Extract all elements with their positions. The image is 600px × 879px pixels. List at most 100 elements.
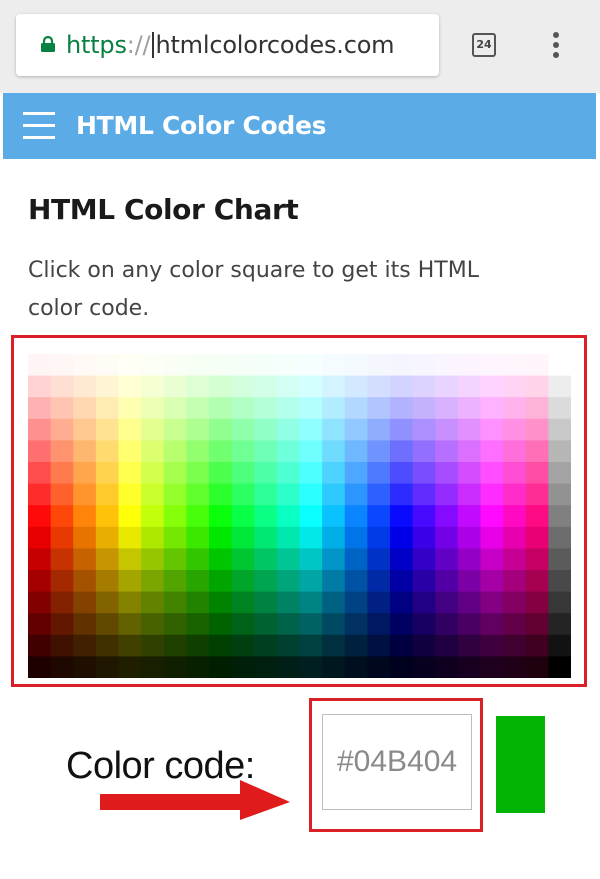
color-square[interactable]	[118, 483, 142, 506]
color-square[interactable]	[163, 440, 187, 463]
color-square[interactable]	[118, 418, 142, 441]
color-square[interactable]	[390, 570, 414, 593]
color-square[interactable]	[141, 526, 165, 549]
color-square[interactable]	[186, 440, 210, 463]
color-square[interactable]	[457, 354, 482, 377]
color-square[interactable]	[28, 634, 52, 657]
color-square[interactable]	[548, 548, 571, 571]
color-square[interactable]	[322, 440, 346, 463]
color-square[interactable]	[28, 505, 52, 528]
color-square[interactable]	[435, 548, 459, 571]
color-square[interactable]	[480, 397, 504, 420]
color-square[interactable]	[254, 526, 278, 549]
color-square[interactable]	[367, 440, 391, 463]
color-square[interactable]	[254, 505, 278, 528]
color-square[interactable]	[231, 591, 255, 614]
color-square[interactable]	[412, 440, 436, 463]
color-square[interactable]	[548, 354, 571, 377]
color-square[interactable]	[276, 526, 301, 549]
color-square[interactable]	[141, 483, 165, 506]
color-square[interactable]	[73, 526, 97, 549]
color-square[interactable]	[390, 548, 414, 571]
color-square[interactable]	[435, 418, 459, 441]
color-square[interactable]	[186, 418, 210, 441]
color-square[interactable]	[525, 656, 549, 678]
color-square[interactable]	[50, 570, 74, 593]
color-square[interactable]	[209, 397, 233, 420]
color-square[interactable]	[163, 397, 187, 420]
color-square[interactable]	[209, 418, 233, 441]
color-square[interactable]	[118, 613, 142, 636]
color-square[interactable]	[435, 526, 459, 549]
color-square[interactable]	[254, 483, 278, 506]
color-square[interactable]	[480, 570, 504, 593]
color-square[interactable]	[344, 548, 368, 571]
color-square[interactable]	[163, 634, 187, 657]
color-square[interactable]	[50, 354, 74, 377]
color-square[interactable]	[209, 634, 233, 657]
color-square[interactable]	[254, 591, 278, 614]
color-square[interactable]	[209, 548, 233, 571]
color-square[interactable]	[435, 440, 459, 463]
color-square[interactable]	[141, 570, 165, 593]
color-square[interactable]	[254, 375, 278, 398]
color-square[interactable]	[276, 570, 301, 593]
color-square[interactable]	[412, 483, 436, 506]
color-square[interactable]	[299, 354, 323, 377]
color-square[interactable]	[367, 634, 391, 657]
color-square[interactable]	[186, 613, 210, 636]
color-square[interactable]	[299, 634, 323, 657]
color-square[interactable]	[186, 656, 210, 678]
color-square[interactable]	[231, 548, 255, 571]
color-square[interactable]	[95, 505, 120, 528]
color-square[interactable]	[254, 656, 278, 678]
color-square[interactable]	[95, 440, 120, 463]
color-square[interactable]	[254, 634, 278, 657]
color-square[interactable]	[322, 634, 346, 657]
color-square[interactable]	[141, 375, 165, 398]
color-square[interactable]	[141, 418, 165, 441]
color-square[interactable]	[163, 526, 187, 549]
color-square[interactable]	[50, 613, 74, 636]
color-square[interactable]	[435, 570, 459, 593]
color-square[interactable]	[73, 548, 97, 571]
color-square[interactable]	[276, 613, 301, 636]
color-square[interactable]	[480, 591, 504, 614]
color-square[interactable]	[344, 591, 368, 614]
color-square[interactable]	[412, 462, 436, 485]
color-square[interactable]	[412, 526, 436, 549]
color-square[interactable]	[118, 354, 142, 377]
color-square[interactable]	[525, 354, 549, 377]
color-square[interactable]	[344, 354, 368, 377]
color-square[interactable]	[118, 397, 142, 420]
color-square[interactable]	[254, 613, 278, 636]
color-square[interactable]	[457, 483, 482, 506]
color-square[interactable]	[163, 354, 187, 377]
color-square[interactable]	[367, 548, 391, 571]
color-square[interactable]	[95, 354, 120, 377]
color-square[interactable]	[28, 591, 52, 614]
color-square[interactable]	[322, 548, 346, 571]
color-square[interactable]	[525, 570, 549, 593]
color-square[interactable]	[525, 526, 549, 549]
color-square[interactable]	[276, 354, 301, 377]
color-square[interactable]	[141, 397, 165, 420]
color-square[interactable]	[50, 440, 74, 463]
color-square[interactable]	[367, 375, 391, 398]
color-square[interactable]	[163, 483, 187, 506]
color-square[interactable]	[344, 656, 368, 678]
color-square[interactable]	[163, 548, 187, 571]
color-square[interactable]	[367, 354, 391, 377]
color-square[interactable]	[73, 656, 97, 678]
color-square[interactable]	[344, 526, 368, 549]
color-square[interactable]	[163, 418, 187, 441]
color-square[interactable]	[435, 462, 459, 485]
color-square[interactable]	[95, 591, 120, 614]
color-square[interactable]	[95, 418, 120, 441]
color-square[interactable]	[28, 375, 52, 398]
color-square[interactable]	[480, 613, 504, 636]
color-square[interactable]	[390, 354, 414, 377]
color-square[interactable]	[503, 440, 527, 463]
color-square[interactable]	[231, 526, 255, 549]
color-square[interactable]	[50, 634, 74, 657]
